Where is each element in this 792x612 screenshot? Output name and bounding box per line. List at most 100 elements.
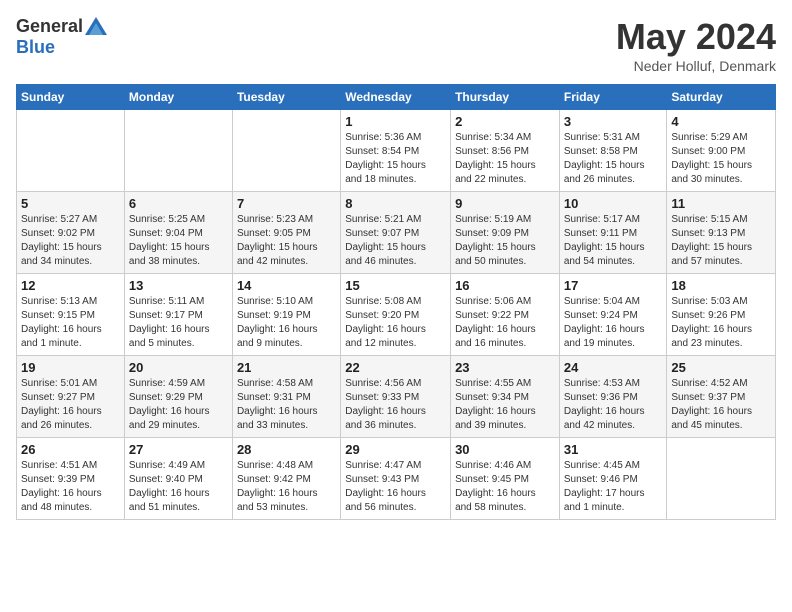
cell-info-text: Sunrise: 5:04 AM Sunset: 9:24 PM Dayligh… <box>564 295 663 351</box>
cell-day-number: 14 <box>237 278 336 293</box>
cell-day-number: 31 <box>564 442 663 457</box>
cell-day-number: 16 <box>455 278 555 293</box>
cell-info-text: Sunrise: 5:21 AM Sunset: 9:07 PM Dayligh… <box>345 213 446 269</box>
table-row: 10 Sunrise: 5:17 AM Sunset: 9:11 PM Dayli… <box>559 192 667 274</box>
cell-info-text: Sunrise: 5:17 AM Sunset: 9:11 PM Dayligh… <box>564 213 663 269</box>
cell-day-number: 20 <box>129 360 228 375</box>
calendar-location: Neder Holluf, Denmark <box>616 58 776 74</box>
calendar-table: Sunday Monday Tuesday Wednesday Thursday… <box>16 84 776 520</box>
cell-day-number: 5 <box>21 196 120 211</box>
cell-info-text: Sunrise: 5:13 AM Sunset: 9:15 PM Dayligh… <box>21 295 120 351</box>
logo: General Blue <box>16 16 107 58</box>
cell-day-number: 4 <box>671 114 771 129</box>
cell-day-number: 23 <box>455 360 555 375</box>
header-sunday: Sunday <box>17 85 125 110</box>
table-row: 21Sunrise: 4:58 AM Sunset: 9:31 PM Dayli… <box>232 356 340 438</box>
cell-info-text: Sunrise: 5:34 AM Sunset: 8:56 PM Dayligh… <box>455 131 555 187</box>
cell-day-number: 3 <box>564 114 663 129</box>
cell-day-number: 12 <box>21 278 120 293</box>
table-row: 23Sunrise: 4:55 AM Sunset: 9:34 PM Dayli… <box>451 356 560 438</box>
cell-day-number: 21 <box>237 360 336 375</box>
table-row: 9 Sunrise: 5:19 AM Sunset: 9:09 PM Daylig… <box>451 192 560 274</box>
table-row: 28 Sunrise: 4:48 AM Sunset: 9:42 PM Dayli… <box>232 438 340 520</box>
header-friday: Friday <box>559 85 667 110</box>
cell-day-number: 6 <box>129 196 228 211</box>
cell-day-number: 10 <box>564 196 663 211</box>
cell-info-text: Sunrise: 4:49 AM Sunset: 9:40 PM Dayligh… <box>129 459 228 515</box>
table-row: 27 Sunrise: 4:49 AM Sunset: 9:40 PM Dayli… <box>124 438 232 520</box>
cell-day-number: 30 <box>455 442 555 457</box>
calendar-title: May 2024 <box>616 16 776 58</box>
cell-info-text: Sunrise: 4:59 AM Sunset: 9:29 PM Dayligh… <box>129 377 228 433</box>
cell-day-number: 27 <box>129 442 228 457</box>
table-row: 19Sunrise: 5:01 AM Sunset: 9:27 PM Dayli… <box>17 356 125 438</box>
cell-day-number: 7 <box>237 196 336 211</box>
header-monday: Monday <box>124 85 232 110</box>
header-saturday: Saturday <box>667 85 776 110</box>
cell-day-number: 28 <box>237 442 336 457</box>
table-row: 31Sunrise: 4:45 AM Sunset: 9:46 PM Dayli… <box>559 438 667 520</box>
cell-info-text: Sunrise: 5:10 AM Sunset: 9:19 PM Dayligh… <box>237 295 336 351</box>
table-row: 5 Sunrise: 5:27 AM Sunset: 9:02 PM Daylig… <box>17 192 125 274</box>
cell-info-text: Sunrise: 5:15 AM Sunset: 9:13 PM Dayligh… <box>671 213 771 269</box>
calendar-week-row: 19Sunrise: 5:01 AM Sunset: 9:27 PM Dayli… <box>17 356 776 438</box>
cell-day-number: 17 <box>564 278 663 293</box>
table-row: 11 Sunrise: 5:15 AM Sunset: 9:13 PM Dayli… <box>667 192 776 274</box>
logo-icon <box>85 17 107 35</box>
table-row: 30Sunrise: 4:46 AM Sunset: 9:45 PM Dayli… <box>451 438 560 520</box>
table-row: 4 Sunrise: 5:29 AM Sunset: 9:00 PM Daylig… <box>667 110 776 192</box>
table-row: 7 Sunrise: 5:23 AM Sunset: 9:05 PM Daylig… <box>232 192 340 274</box>
table-row: 22 Sunrise: 4:56 AM Sunset: 9:33 PM Dayli… <box>341 356 451 438</box>
table-row: 6Sunrise: 5:25 AM Sunset: 9:04 PM Daylig… <box>124 192 232 274</box>
cell-day-number: 18 <box>671 278 771 293</box>
cell-day-number: 2 <box>455 114 555 129</box>
table-row: 13 Sunrise: 5:11 AM Sunset: 9:17 PM Dayli… <box>124 274 232 356</box>
cell-day-number: 24 <box>564 360 663 375</box>
cell-info-text: Sunrise: 4:51 AM Sunset: 9:39 PM Dayligh… <box>21 459 120 515</box>
cell-info-text: Sunrise: 5:27 AM Sunset: 9:02 PM Dayligh… <box>21 213 120 269</box>
table-row: 25Sunrise: 4:52 AM Sunset: 9:37 PM Dayli… <box>667 356 776 438</box>
table-row <box>17 110 125 192</box>
cell-info-text: Sunrise: 5:01 AM Sunset: 9:27 PM Dayligh… <box>21 377 120 433</box>
header-tuesday: Tuesday <box>232 85 340 110</box>
table-row: 15Sunrise: 5:08 AM Sunset: 9:20 PM Dayli… <box>341 274 451 356</box>
header-thursday: Thursday <box>451 85 560 110</box>
cell-info-text: Sunrise: 5:08 AM Sunset: 9:20 PM Dayligh… <box>345 295 446 351</box>
table-row: 26 Sunrise: 4:51 AM Sunset: 9:39 PM Dayli… <box>17 438 125 520</box>
page-header: General Blue May 2024 Neder Holluf, Denm… <box>16 16 776 74</box>
cell-info-text: Sunrise: 5:23 AM Sunset: 9:05 PM Dayligh… <box>237 213 336 269</box>
cell-day-number: 26 <box>21 442 120 457</box>
cell-day-number: 22 <box>345 360 446 375</box>
cell-day-number: 13 <box>129 278 228 293</box>
header-wednesday: Wednesday <box>341 85 451 110</box>
table-row: 12 Sunrise: 5:13 AM Sunset: 9:15 PM Dayli… <box>17 274 125 356</box>
table-row: 29Sunrise: 4:47 AM Sunset: 9:43 PM Dayli… <box>341 438 451 520</box>
cell-info-text: Sunrise: 5:03 AM Sunset: 9:26 PM Dayligh… <box>671 295 771 351</box>
cell-day-number: 1 <box>345 114 446 129</box>
title-block: May 2024 Neder Holluf, Denmark <box>616 16 776 74</box>
table-row: 8Sunrise: 5:21 AM Sunset: 9:07 PM Daylig… <box>341 192 451 274</box>
table-row: 17 Sunrise: 5:04 AM Sunset: 9:24 PM Dayli… <box>559 274 667 356</box>
cell-info-text: Sunrise: 5:11 AM Sunset: 9:17 PM Dayligh… <box>129 295 228 351</box>
table-row: 20 Sunrise: 4:59 AM Sunset: 9:29 PM Dayli… <box>124 356 232 438</box>
cell-info-text: Sunrise: 4:53 AM Sunset: 9:36 PM Dayligh… <box>564 377 663 433</box>
cell-info-text: Sunrise: 4:56 AM Sunset: 9:33 PM Dayligh… <box>345 377 446 433</box>
table-row <box>667 438 776 520</box>
cell-info-text: Sunrise: 4:48 AM Sunset: 9:42 PM Dayligh… <box>237 459 336 515</box>
table-row: 3Sunrise: 5:31 AM Sunset: 8:58 PM Daylig… <box>559 110 667 192</box>
cell-info-text: Sunrise: 5:19 AM Sunset: 9:09 PM Dayligh… <box>455 213 555 269</box>
cell-day-number: 9 <box>455 196 555 211</box>
logo-blue: Blue <box>16 37 55 57</box>
cell-info-text: Sunrise: 4:47 AM Sunset: 9:43 PM Dayligh… <box>345 459 446 515</box>
calendar-week-row: 1Sunrise: 5:36 AM Sunset: 8:54 PM Daylig… <box>17 110 776 192</box>
cell-day-number: 11 <box>671 196 771 211</box>
calendar-header-row: Sunday Monday Tuesday Wednesday Thursday… <box>17 85 776 110</box>
calendar-week-row: 12 Sunrise: 5:13 AM Sunset: 9:15 PM Dayli… <box>17 274 776 356</box>
logo-general: General <box>16 16 83 37</box>
table-row: 1Sunrise: 5:36 AM Sunset: 8:54 PM Daylig… <box>341 110 451 192</box>
cell-info-text: Sunrise: 5:06 AM Sunset: 9:22 PM Dayligh… <box>455 295 555 351</box>
cell-day-number: 25 <box>671 360 771 375</box>
cell-info-text: Sunrise: 5:29 AM Sunset: 9:00 PM Dayligh… <box>671 131 771 187</box>
table-row <box>232 110 340 192</box>
table-row: 24 Sunrise: 4:53 AM Sunset: 9:36 PM Dayli… <box>559 356 667 438</box>
